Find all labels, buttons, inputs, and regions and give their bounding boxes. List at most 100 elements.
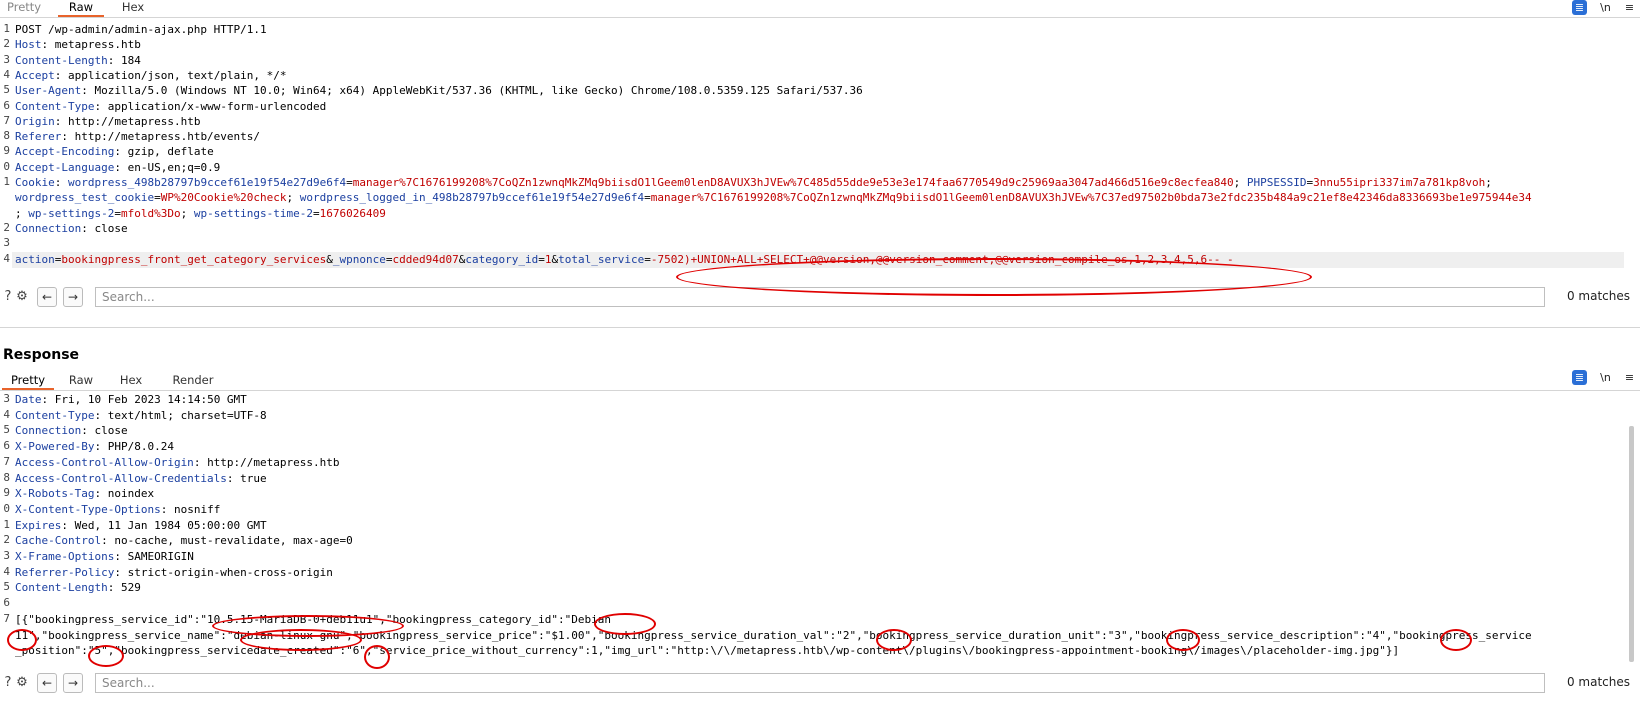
tab-hex[interactable]: Hex: [120, 0, 146, 15]
tab-raw[interactable]: Raw: [66, 373, 96, 388]
header-separator: :: [61, 130, 75, 144]
gear-icon[interactable]: ⚙: [14, 675, 30, 691]
header-separator: :: [81, 221, 95, 235]
code-line: X-Frame-Options: SAMEORIGIN: [15, 549, 194, 565]
code-line: User-Agent: Mozilla/5.0 (Windows NT 10.0…: [15, 83, 863, 99]
header-separator: :: [226, 471, 241, 485]
arrow-right-icon[interactable]: →: [63, 287, 83, 307]
code-line: Connection: close: [15, 221, 128, 237]
newline-toggle-icon[interactable]: \n: [1598, 370, 1613, 385]
request-search-bar: ? ⚙ ← → Search... 0 matches: [0, 285, 1640, 309]
tab-pretty[interactable]: Pretty: [7, 0, 41, 15]
header-name: X-Content-Type-Options: [15, 502, 161, 516]
arrow-left-icon[interactable]: ←: [37, 287, 57, 307]
header-value: nosniff: [173, 502, 221, 516]
cookie-value: mfold%3Do: [120, 206, 181, 220]
param-name: total_service: [558, 252, 645, 266]
param-value: cdded94d07: [392, 252, 459, 266]
gear-icon[interactable]: ⚙: [14, 289, 30, 305]
response-viewer[interactable]: 3 Date: Fri, 10 Feb 2023 14:14:50 GMT 4 Con…: [0, 392, 1640, 664]
code-line: action = bookingpress_front_get_category_s…: [15, 252, 1234, 268]
header-name: Connection: [15, 424, 82, 438]
line-text: 11","bookingpress_service_name":"debian-…: [15, 628, 1532, 642]
code-line: POST /wp-admin/admin-ajax.php HTTP/1.1: [15, 22, 267, 38]
line-number: 1: [3, 175, 10, 188]
param-equals: =: [385, 252, 393, 266]
header-value: true: [240, 471, 267, 485]
cookie-name: PHPSESSID: [1246, 176, 1307, 189]
header-separator: :: [114, 160, 128, 174]
code-line: wordpress_test_cookie=WP%20Cookie%20chec…: [15, 190, 1532, 206]
wrap-toggle-icon[interactable]: ≣: [1572, 0, 1587, 15]
header-name: Cookie: [15, 176, 55, 189]
header-separator: :: [114, 550, 128, 563]
cookie-name: wp-settings-time-2: [193, 206, 314, 220]
header-name: Accept: [15, 68, 55, 82]
arrow-left-icon[interactable]: ←: [37, 673, 57, 693]
header-separator: :: [94, 440, 108, 454]
cookie-value: manager%7C1676199208%7CoQZn1zwnqMkZMq9bi…: [650, 191, 1532, 205]
header-separator: :: [107, 581, 121, 595]
code-line: Host: metapress.htb: [15, 37, 141, 53]
header-name: Content-Type: [15, 99, 95, 113]
code-line: Content-Type: text/html; charset=UTF-8: [15, 408, 267, 424]
search-input[interactable]: Search...: [95, 673, 1545, 693]
menu-icon[interactable]: ≡: [1622, 0, 1637, 15]
code-line: Accept: application/json, text/plain, */…: [15, 68, 287, 84]
wrap-toggle-icon[interactable]: ≣: [1572, 370, 1587, 385]
cookie-name: wp-settings-2: [28, 206, 115, 220]
header-separator: :: [81, 424, 95, 438]
header-name: X-Frame-Options: [15, 550, 115, 563]
param-name: category_id: [465, 252, 539, 266]
header-separator: :: [160, 502, 174, 516]
param-equals: =: [538, 252, 545, 266]
code-line: Access-Control-Allow-Origin: http://meta…: [15, 455, 340, 471]
line-number: 4: [3, 564, 10, 578]
code-line: X-Content-Type-Options: nosniff: [15, 502, 220, 518]
response-search-bar: ? ⚙ ← → Search... 0 matches: [0, 671, 1640, 695]
code-line: Origin: http://metapress.htb: [15, 114, 200, 130]
cookie-separator: ;: [180, 206, 194, 220]
line-number: 8: [3, 470, 10, 484]
line-number: 6: [3, 98, 10, 112]
tab-hex[interactable]: Hex: [118, 373, 144, 388]
header-name: User-Agent: [15, 84, 82, 98]
header-value: http://metapress.htb: [207, 455, 340, 469]
header-value: strict-origin-when-cross-origin: [127, 565, 333, 579]
search-input[interactable]: Search...: [95, 287, 1545, 307]
header-value: application/x-www-form-urlencoded: [107, 99, 327, 113]
code-line: _position":"5","bookingpress_servicedate…: [15, 643, 1399, 659]
tab-pretty[interactable]: Pretty: [2, 373, 54, 390]
header-separator: :: [94, 408, 108, 422]
cookie-value: 1676026409: [319, 206, 386, 220]
newline-toggle-icon[interactable]: \n: [1598, 0, 1613, 15]
arrow-right-icon[interactable]: →: [63, 673, 83, 693]
header-name: Date: [15, 393, 42, 406]
line-number: 2: [3, 37, 10, 51]
cookie-equals: =: [346, 176, 353, 189]
header-name: Cache-Control: [15, 534, 102, 548]
response-scrollbar[interactable]: [1629, 426, 1634, 662]
request-editor[interactable]: 1 POST /wp-admin/admin-ajax.php HTTP/1.1 2…: [0, 22, 1640, 278]
header-separator: :: [94, 487, 108, 501]
cookie-separator: :: [54, 176, 68, 189]
code-line: X-Robots-Tag: noindex: [15, 486, 154, 502]
line-number: 0: [3, 501, 10, 515]
line-number: 1: [3, 22, 10, 35]
tab-render[interactable]: Render: [170, 373, 216, 388]
header-separator: :: [193, 455, 208, 469]
code-line: Referer: http://metapress.htb/events/: [15, 129, 260, 145]
header-value: 529: [120, 581, 141, 595]
response-title: Response: [3, 347, 80, 363]
cookie-name: wordpress_logged_in_498b28797b9ccef61e19…: [299, 191, 645, 205]
match-count: 0 matches: [1566, 289, 1630, 303]
line-number: 5: [3, 83, 10, 97]
line-text: _position":"5","bookingpress_servicedate…: [15, 644, 1400, 658]
code-line: Content-Length: 184: [15, 53, 141, 69]
line-number: 4: [3, 67, 10, 81]
menu-icon[interactable]: ≡: [1622, 370, 1637, 385]
tab-raw[interactable]: Raw: [58, 0, 104, 17]
cookie-value: manager%7C1676199208%7CoQZn1zwnqMkZMq9bi…: [352, 176, 1234, 189]
code-line: Cache-Control: no-cache, must-revalidate…: [15, 533, 353, 549]
line-number: 7: [3, 454, 10, 468]
